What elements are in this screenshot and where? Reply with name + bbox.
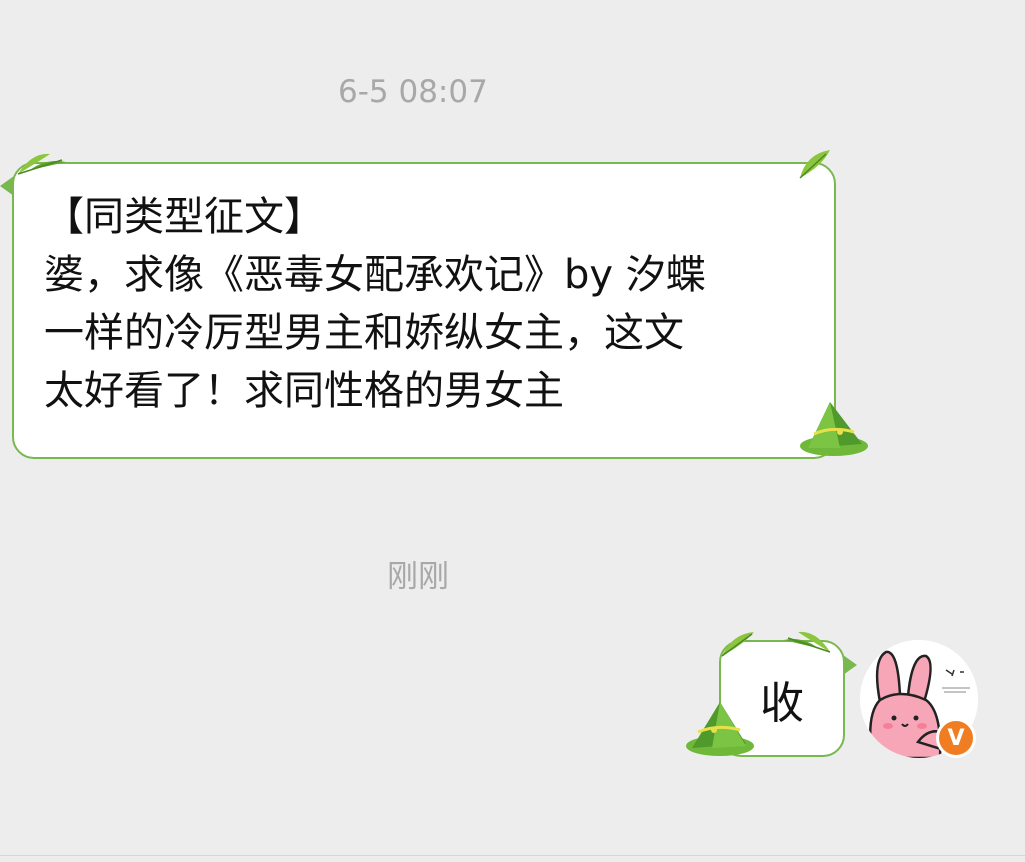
message-line: 婆，求像《恶毒女配承欢记》by 汐蝶 [44, 252, 706, 298]
bamboo-leaf-icon [721, 632, 754, 657]
message-timestamp: 刚刚 [387, 559, 449, 595]
bamboo-leaf-icon [17, 153, 66, 175]
bubble-tail [843, 655, 857, 675]
zongzi-icon [686, 702, 754, 756]
message-timestamp: 6-5 08:07 [338, 74, 488, 110]
bamboo-leaf-icon [784, 631, 831, 653]
message-line: 【同类型征文】 [44, 194, 324, 240]
bamboo-leaf-icon [799, 150, 830, 179]
message-line: 太好看了！求同性格的男女主 [44, 368, 564, 414]
zongzi-icon [800, 402, 868, 456]
bottom-divider [0, 855, 1025, 856]
message-line: 一样的冷厉型男主和娇纵女主，这文 [44, 310, 684, 356]
incoming-message-bubble[interactable]: 【同类型征文】 婆，求像《恶毒女配承欢记》by 汐蝶 一样的冷厉型男主和娇纵女主… [12, 162, 836, 459]
message-text: 收 [760, 677, 804, 729]
verified-badge-text: V [947, 725, 965, 751]
verified-badge-icon: V [936, 718, 976, 758]
